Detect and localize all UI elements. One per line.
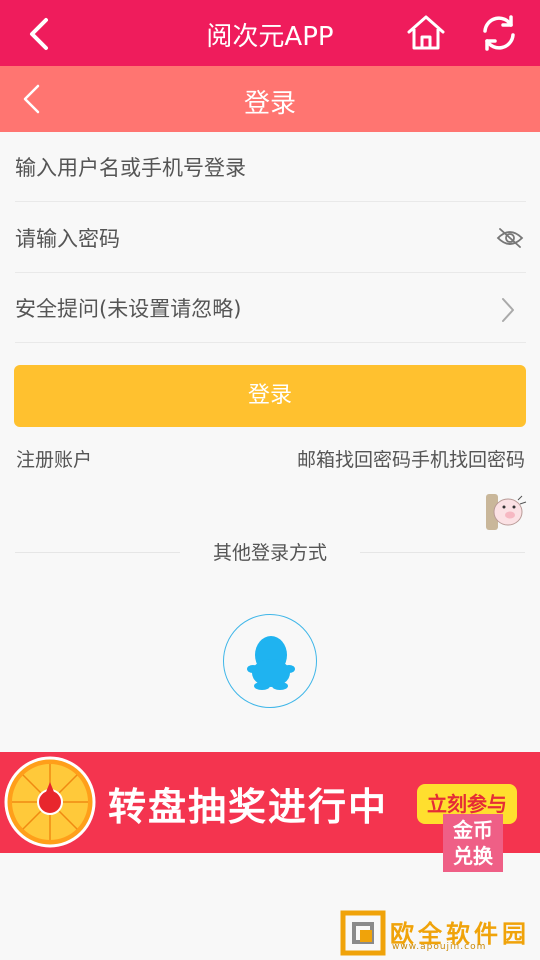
- qq-login-button[interactable]: [223, 614, 317, 708]
- login-header: 登录: [0, 66, 540, 132]
- app-title: 阅次元APP: [206, 22, 334, 52]
- pig-sticker-icon: [486, 494, 527, 530]
- password-field[interactable]: 请输入密码: [15, 203, 526, 273]
- security-question-placeholder: 安全提问(未设置请忽略): [15, 297, 242, 321]
- coin-exchange-button[interactable]: 金币 兑换: [443, 814, 503, 872]
- other-login-label: 其他登录方式: [212, 542, 327, 564]
- username-placeholder: 输入用户名或手机号登录: [15, 156, 246, 180]
- app-top-bar: 阅次元APP: [0, 0, 540, 66]
- site-watermark: 欧全软件园 www.apoujin.com: [340, 910, 536, 956]
- coin-exchange-line1: 金币: [453, 818, 493, 842]
- qq-icon: [247, 636, 295, 690]
- register-link[interactable]: 注册账户: [16, 445, 92, 472]
- password-placeholder: 请输入密码: [15, 227, 120, 251]
- prize-wheel-icon: [4, 756, 96, 848]
- chevron-right-icon: [502, 298, 514, 322]
- refresh-icon[interactable]: [476, 10, 522, 56]
- coin-exchange-line2: 兑换: [453, 844, 493, 868]
- banner-headline: 转盘抽奖进行中: [108, 785, 389, 829]
- security-question-field[interactable]: 安全提问(未设置请忽略): [15, 273, 526, 343]
- watermark-url: www.apoujin.com: [392, 942, 487, 952]
- watermark-logo-icon: [340, 910, 386, 956]
- page-title: 登录: [243, 89, 296, 119]
- hide-password-icon[interactable]: [496, 224, 524, 252]
- login-button[interactable]: 登录: [14, 365, 526, 427]
- username-field[interactable]: 输入用户名或手机号登录: [15, 132, 526, 202]
- home-icon[interactable]: [403, 10, 449, 56]
- recover-password-links[interactable]: 邮箱找回密码手机找回密码: [297, 445, 525, 472]
